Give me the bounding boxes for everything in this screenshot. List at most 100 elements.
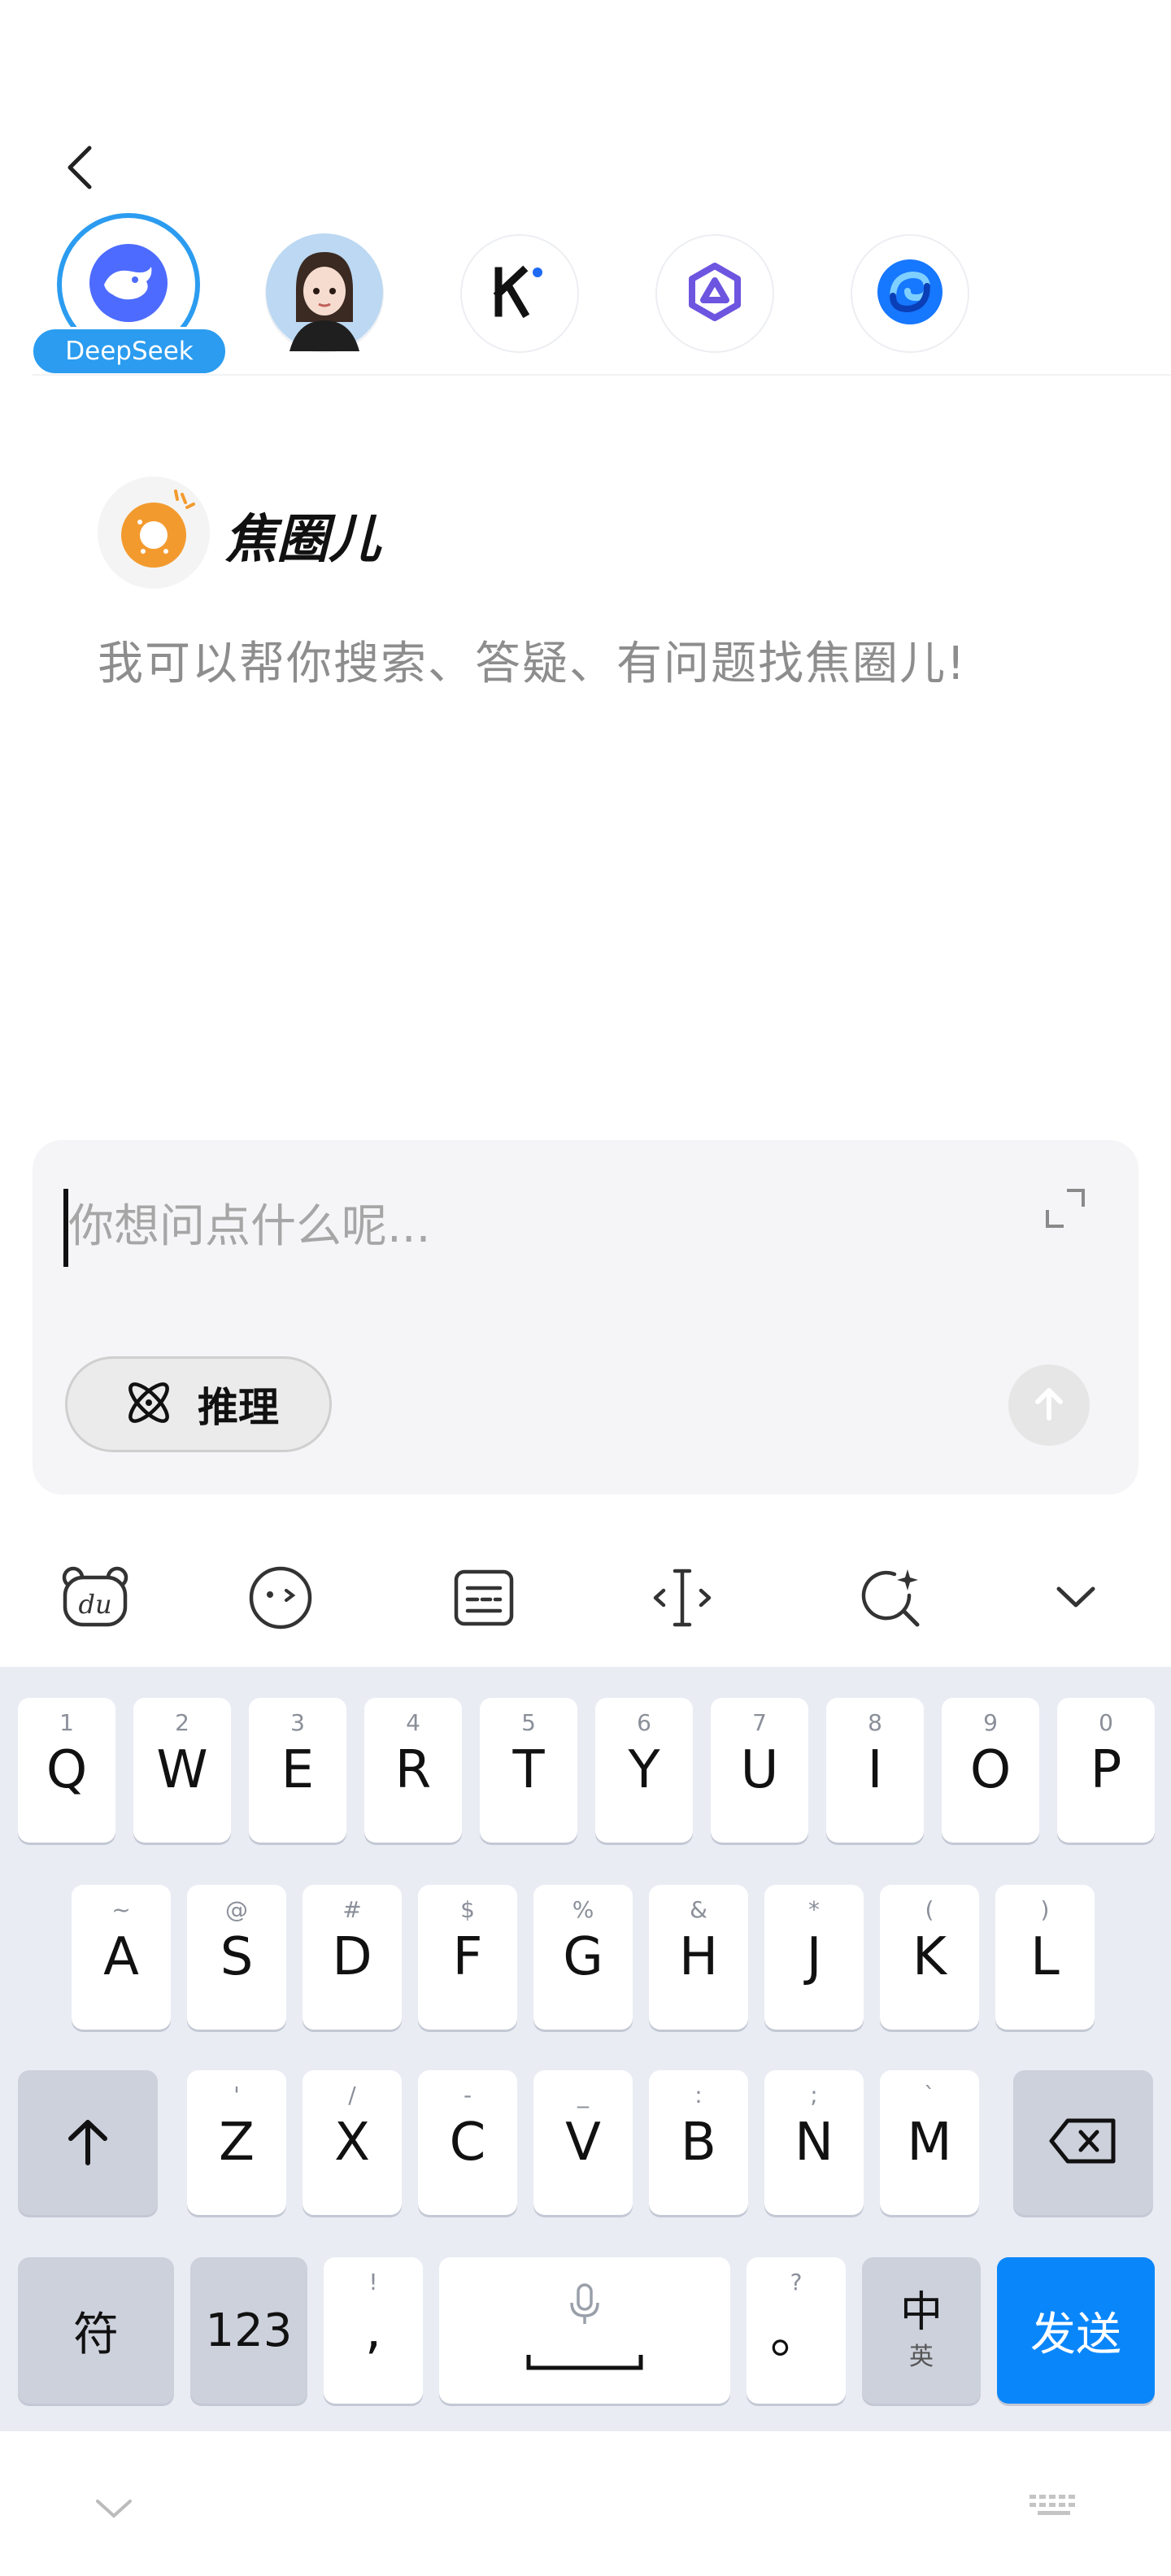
key-j[interactable]: * J	[764, 1885, 864, 2030]
avatar-icon	[265, 233, 384, 355]
key-label: Z	[219, 2113, 255, 2173]
period-key[interactable]: ?。	[747, 2257, 846, 2404]
key-label: U	[740, 1740, 779, 1800]
key-label: ,	[364, 2300, 382, 2361]
key-hint: !	[368, 2269, 378, 2295]
key-k[interactable]: (K	[880, 1885, 979, 2030]
key-hint: @	[225, 1896, 248, 1923]
backspace-key[interactable]	[1013, 2070, 1153, 2215]
expand-icon[interactable]	[1041, 1184, 1090, 1233]
key-f[interactable]: $ F	[418, 1885, 517, 2030]
key-m[interactable]: ` M	[880, 2070, 979, 2215]
key-r[interactable]: 4R	[364, 1698, 462, 1843]
key-z[interactable]: ' Z	[187, 2070, 286, 2215]
cursor-move-icon[interactable]	[646, 1561, 719, 1634]
key-hint: -	[463, 2082, 472, 2108]
key-hint: 1	[59, 1709, 74, 1736]
shift-key[interactable]	[18, 2070, 158, 2215]
key-label: E	[281, 1740, 315, 1800]
key-label: L	[1030, 1927, 1060, 1987]
key-x[interactable]: / X	[303, 2070, 402, 2215]
divider	[33, 374, 1171, 376]
key-hint: '	[233, 2082, 240, 2108]
key-label: A	[103, 1927, 139, 1987]
key-u[interactable]: 7U	[711, 1698, 808, 1843]
key-label: H	[678, 1927, 719, 1987]
k-logo-icon	[487, 259, 552, 328]
shift-arrow-icon	[59, 2113, 116, 2173]
atom-icon	[121, 1375, 176, 1434]
send-key[interactable]: 发送	[997, 2257, 1155, 2404]
key-label: W	[156, 1740, 208, 1800]
bot-qwen[interactable]	[655, 234, 774, 353]
key-b[interactable]: :B	[649, 2070, 748, 2215]
key-y[interactable]: 6Y	[595, 1698, 693, 1843]
key-l[interactable]: ) L	[995, 1885, 1095, 2030]
comma-key[interactable]: !,	[324, 2257, 423, 2404]
key-label: I	[867, 1740, 883, 1800]
search-sparkle-icon[interactable]	[855, 1561, 929, 1634]
key-label: 。	[770, 2305, 822, 2365]
hide-keyboard-icon[interactable]	[91, 2491, 137, 2527]
key-label: 发送	[1030, 2308, 1121, 2361]
bot-kimi[interactable]	[460, 234, 579, 353]
key-i[interactable]: 8I	[826, 1698, 924, 1843]
key-label: Q	[46, 1740, 88, 1800]
reasoning-toggle-button[interactable]: 推理	[65, 1356, 332, 1452]
key-o[interactable]: 9O	[942, 1698, 1039, 1843]
key-c[interactable]: -C	[418, 2070, 517, 2215]
number-key[interactable]: 123	[190, 2257, 307, 2404]
key-hint: 4	[406, 1709, 420, 1736]
collapse-chevron-icon[interactable]	[1039, 1561, 1112, 1634]
keyboard-switch-icon[interactable]	[1026, 2490, 1085, 2526]
key-label: C	[449, 2113, 486, 2173]
key-hint: ;	[810, 2082, 818, 2108]
key-p[interactable]: 0P	[1057, 1698, 1155, 1843]
key-t[interactable]: 5T	[480, 1698, 577, 1843]
key-hint: %	[572, 1896, 594, 1923]
key-hint: #	[342, 1896, 362, 1923]
key-v[interactable]: _ V	[533, 2070, 633, 2215]
key-g[interactable]: % G	[533, 1885, 633, 2030]
key-n[interactable]: ; N	[764, 2070, 864, 2215]
hexagon-logo-icon	[682, 259, 747, 328]
key-label: N	[794, 2113, 834, 2173]
key-w[interactable]: 2W	[133, 1698, 231, 1843]
key-hint: :	[694, 2082, 703, 2108]
key-label: S	[220, 1927, 254, 1987]
svg-text:du: du	[78, 1589, 111, 1620]
question-input[interactable]	[68, 1194, 963, 1259]
space-key[interactable]	[439, 2257, 730, 2404]
emoji-icon[interactable]	[244, 1561, 317, 1634]
bot-avatar-girl[interactable]	[265, 233, 384, 355]
key-q[interactable]: 1Q	[18, 1698, 115, 1843]
language-switch-key[interactable]: 中 英	[862, 2257, 981, 2404]
send-arrow-button[interactable]	[1008, 1364, 1090, 1446]
key-hint: 3	[290, 1709, 305, 1736]
key-d[interactable]: # D	[303, 1885, 402, 2030]
reasoning-label: 推理	[198, 1384, 279, 1431]
back-chevron-icon[interactable]	[57, 143, 106, 192]
key-label: O	[969, 1740, 1012, 1800]
keyboard-bottom-bar	[0, 2431, 1171, 2576]
clipboard-icon[interactable]	[447, 1561, 520, 1634]
key-label: 符	[73, 2308, 119, 2361]
symbol-key[interactable]: 符	[18, 2257, 174, 2404]
key-s[interactable]: @ S	[187, 1885, 286, 2030]
key-hint: 7	[752, 1709, 767, 1736]
key-hint: *	[808, 1896, 820, 1923]
key-hint: 5	[521, 1709, 536, 1736]
key-h[interactable]: & H	[649, 1885, 748, 2030]
key-label: X	[334, 2113, 370, 2173]
key-label: T	[512, 1740, 545, 1800]
assistant-name: 焦圈儿	[224, 510, 381, 570]
key-a[interactable]: ~ A	[72, 1885, 171, 2030]
du-bear-icon[interactable]: du	[59, 1561, 132, 1634]
key-hint: $	[460, 1896, 475, 1923]
bot-doubao[interactable]	[851, 234, 969, 353]
key-label: M	[907, 2113, 952, 2173]
arrow-up-icon	[1026, 1381, 1072, 1429]
space-bar-icon	[525, 2353, 644, 2374]
donut-logo-icon	[98, 476, 210, 589]
key-e[interactable]: 3E	[249, 1698, 346, 1843]
